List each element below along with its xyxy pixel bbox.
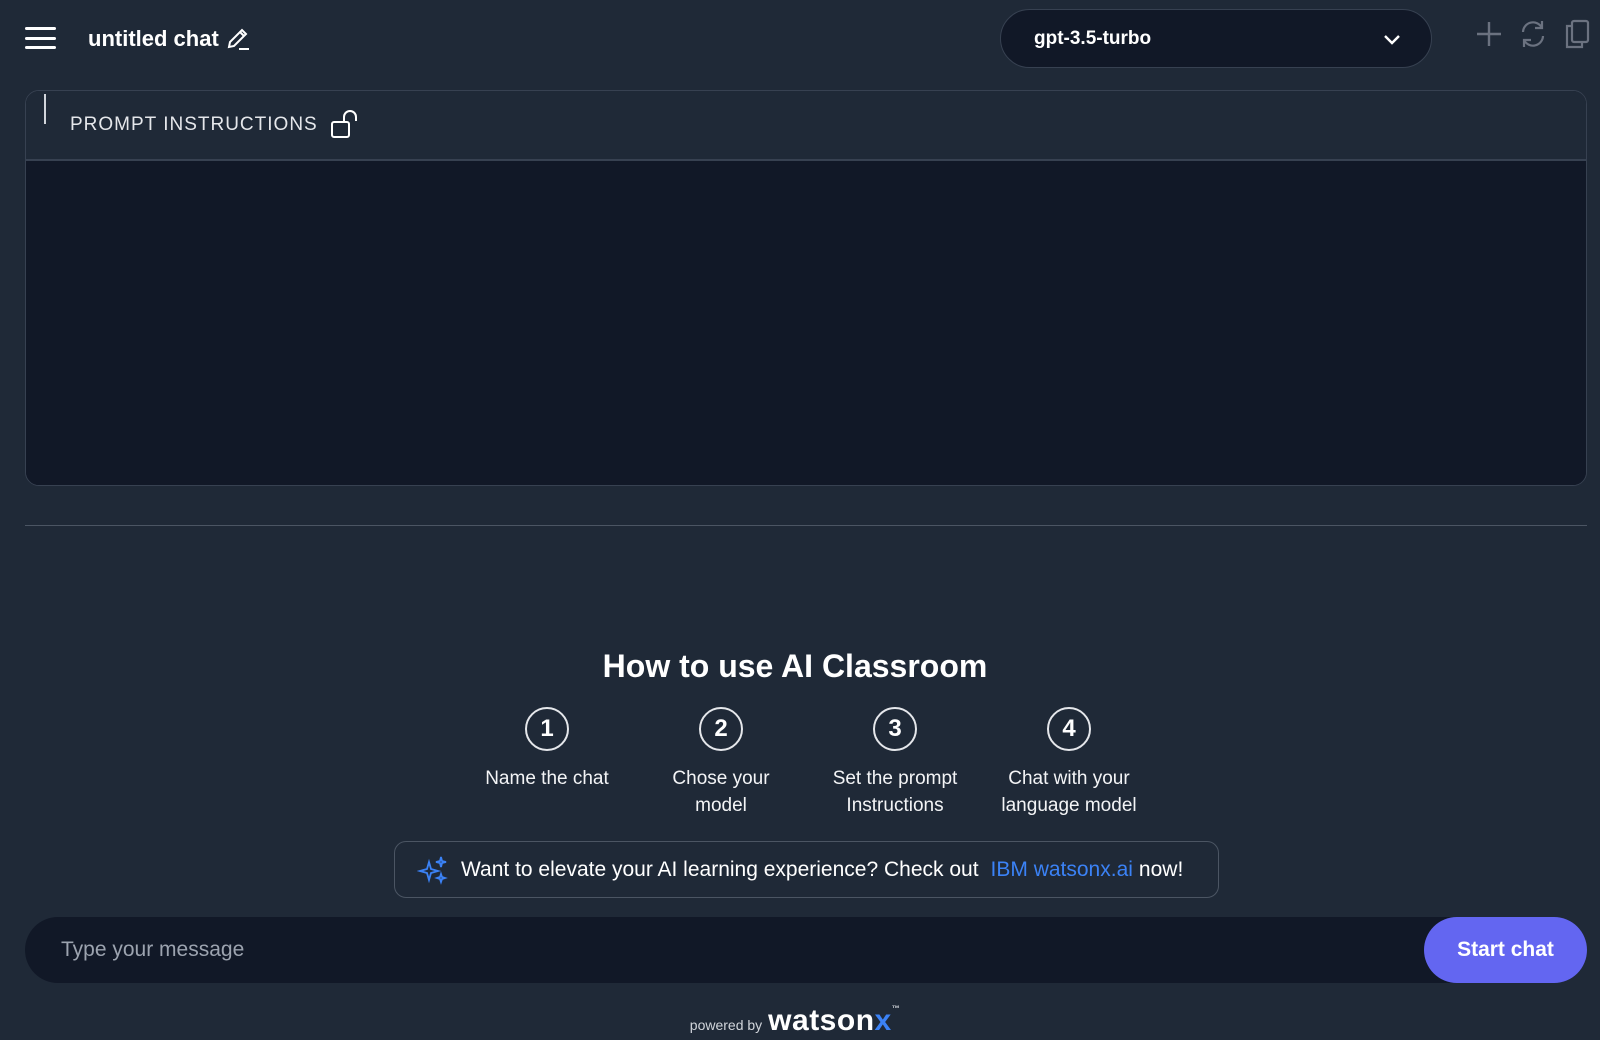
- plus-icon[interactable]: [1474, 18, 1504, 50]
- step-number: 3: [873, 707, 917, 751]
- step-number: 2: [699, 707, 743, 751]
- howto-title: How to use AI Classroom: [602, 648, 988, 684]
- step-number: 4: [1047, 707, 1091, 751]
- chat-title-text[interactable]: untitled chat: [88, 26, 219, 52]
- logo-tm: ™: [891, 1004, 901, 1013]
- step-text: Chat with your language model: [1001, 768, 1137, 816]
- refresh-icon[interactable]: [1518, 18, 1548, 50]
- step-2: 2 Chose your model: [634, 707, 808, 819]
- step-3: 3 Set the prompt Instructions: [808, 707, 982, 819]
- text-caret: [44, 94, 46, 124]
- howto-steps: 1 Name the chat 2 Chose your model 3 Set…: [460, 707, 1156, 819]
- divider: [25, 525, 1587, 526]
- prompt-instructions-textarea[interactable]: [26, 161, 1586, 485]
- sparkle-icon: [417, 856, 448, 885]
- prompt-instructions-title: PROMPT INSTRUCTIONS: [70, 114, 318, 135]
- watsonx-logo: watsonx™: [768, 1004, 900, 1038]
- start-chat-button[interactable]: Start chat: [1424, 917, 1587, 983]
- copy-icon[interactable]: [1562, 18, 1592, 50]
- prompt-instructions-header: PROMPT INSTRUCTIONS: [26, 91, 1586, 161]
- promo-text: Want to elevate your AI learning experie…: [461, 857, 979, 881]
- step-text: Name the chat: [485, 768, 609, 789]
- logo-main: watson: [768, 1004, 875, 1037]
- step-number: 1: [525, 707, 569, 751]
- footer: powered by watsonx™: [0, 1004, 1590, 1038]
- powered-by-text: powered by: [689, 1017, 763, 1033]
- watsonx-link[interactable]: IBM watsonx.ai: [991, 858, 1133, 882]
- chat-title: untitled chat: [88, 26, 251, 52]
- watsonx-promo-banner: Want to elevate your AI learning experie…: [394, 841, 1219, 898]
- menu-icon[interactable]: [25, 27, 56, 49]
- unlock-icon[interactable]: [330, 110, 360, 140]
- model-select[interactable]: gpt-3.5-turbo: [1000, 9, 1432, 68]
- edit-pencil-icon[interactable]: [225, 26, 251, 52]
- step-1: 1 Name the chat: [460, 707, 634, 819]
- top-actions: [1474, 18, 1592, 50]
- step-4: 4 Chat with your language model: [982, 707, 1156, 819]
- model-select-value: gpt-3.5-turbo: [1034, 27, 1152, 49]
- top-bar: untitled chat gpt-3.5-turbo: [0, 0, 1600, 80]
- prompt-instructions-panel: PROMPT INSTRUCTIONS: [25, 90, 1587, 486]
- promo-text-end: now!: [1138, 857, 1184, 881]
- chevron-down-icon: [1384, 34, 1400, 45]
- logo-x: x: [874, 1004, 892, 1037]
- message-composer: [25, 917, 1587, 983]
- step-text: Chose your model: [672, 768, 770, 816]
- message-input[interactable]: [61, 917, 1411, 983]
- step-text: Set the prompt Instructions: [832, 768, 958, 816]
